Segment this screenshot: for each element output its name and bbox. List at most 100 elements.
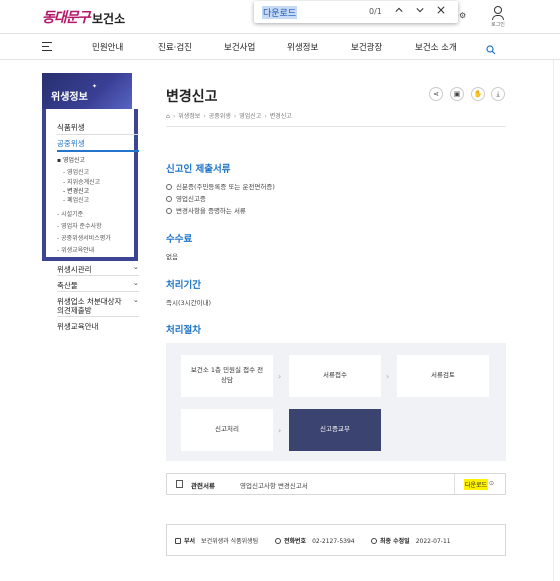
sidebar-subsub-3-label: 변경신고 — [67, 188, 90, 195]
sidebar-item-livestock[interactable]: 축산물 — [57, 280, 78, 291]
doc-item: 신분증(주민등록증 또는 운전면허증) — [166, 181, 275, 191]
gnb-item-civil[interactable]: 민원안내 — [92, 41, 123, 53]
sidebar-item-public[interactable]: 공중위생 — [57, 138, 85, 149]
chevron-down-icon[interactable]: ⌄ — [133, 296, 139, 304]
sidebar-sub-report-label: 영업신고 — [62, 157, 86, 164]
home-icon[interactable]: ⌂ — [166, 113, 170, 120]
search-icon[interactable] — [486, 40, 496, 55]
page-info: 부서 보건위생과 식품위생팀 전화번호 02-2127-5394 최종 수정일 202… — [166, 524, 506, 556]
info-updated-label: 최종 수정일 — [380, 538, 410, 545]
breadcrumb-item[interactable]: 위생정보 — [178, 113, 200, 120]
section-heading-fee: 수수료 — [166, 234, 193, 245]
info-dept-value: 보건위생과 식품위생팀 — [201, 538, 259, 545]
sidebar-item-education[interactable]: 위생교육안내 — [57, 321, 98, 332]
doc-item: 영업신고증 — [166, 193, 206, 203]
main-navigation: 민원안내 진료·검진 보건사업 위생정보 보건광장 보건소 소개 — [0, 34, 560, 60]
sidebar-subsub-2[interactable]: - 지위승계신고 — [63, 177, 100, 186]
related-file-name: 영업신고사항 변경신고서 — [240, 482, 308, 490]
folder-icon — [175, 538, 181, 544]
info-phone-value: 02-2127-5394 — [312, 538, 355, 545]
gnb-item-clinic[interactable]: 진료·검진 — [158, 41, 192, 53]
chevron-down-icon[interactable]: ⌄ — [133, 279, 139, 287]
document-icon — [176, 480, 183, 488]
sidebar-subsub-1-label: 영업신고 — [67, 169, 90, 176]
chevron-up-small-icon[interactable]: ⌃ — [133, 153, 138, 160]
process-step-5: 신고증교부 — [289, 409, 381, 451]
gnb-item-plaza[interactable]: 보건광장 — [351, 41, 382, 53]
sidebar-sub-edu-label: 위생교육안내 — [61, 247, 95, 254]
info-phone-label: 전화번호 — [284, 538, 307, 545]
sidebar-sub-facility-label: 시설기준 — [61, 211, 84, 218]
divider — [57, 275, 139, 276]
chevron-down-icon[interactable]: ⌄ — [133, 122, 139, 130]
print-icon[interactable]: ▣ — [450, 87, 464, 101]
login-label: 로그인 — [491, 22, 505, 28]
download-button[interactable]: 다운로드 — [464, 479, 489, 490]
sidebar-header: 위생정보 ✦ — [42, 73, 132, 109]
chevron-up-icon[interactable]: ⌃ — [133, 136, 139, 144]
user-icon — [494, 6, 502, 14]
breadcrumb-item[interactable]: 공중위생 — [209, 113, 231, 120]
chevron-right-icon: › — [278, 372, 282, 381]
hand-icon[interactable]: ✋ — [471, 87, 485, 101]
sidebar-sub-rules[interactable]: - 영업자 준수사항 — [57, 221, 102, 230]
sidebar-sub-rules-label: 영업자 준수사항 — [61, 223, 102, 230]
sidebar-item-market[interactable]: 위생시관리 — [57, 264, 92, 275]
info-dept-label: 부서 — [184, 538, 196, 545]
doc-item: 변경사항을 증명하는 서류 — [166, 205, 246, 215]
period-text: 즉시(3시간이내) — [166, 299, 212, 307]
chevron-right-icon: › — [278, 426, 282, 435]
phone-icon — [275, 538, 281, 544]
find-prev-icon[interactable] — [392, 4, 406, 20]
section-heading-docs: 신고인 제출서류 — [166, 164, 231, 175]
sidebar-subsub-1[interactable]: - 영업신고 — [63, 167, 89, 176]
process-step-1: 보건소 1층 민원실 접수 전 상담 — [181, 355, 273, 397]
section-heading-period: 처리기간 — [166, 280, 201, 291]
page-scrollbar[interactable] — [553, 60, 554, 581]
process-step-4: 신고처리 — [181, 409, 273, 451]
find-close-icon[interactable] — [434, 4, 448, 20]
gnb-item-about[interactable]: 보건소 소개 — [415, 41, 457, 53]
gnb-item-hygiene[interactable]: 위생정보 — [287, 41, 318, 53]
sidebar-sub-eval[interactable]: - 공중위생서비스평가 — [57, 233, 111, 242]
login-button[interactable]: 로그인 — [488, 4, 508, 28]
sidebar-item-opinion-line2[interactable]: 의견제출방 — [57, 305, 92, 316]
fee-text: 없음 — [166, 253, 178, 261]
top-header: 동대문구 보건소 다운로드 0/1 ⚙ 로그인 — [0, 0, 560, 34]
section-heading-process: 처리절차 — [166, 325, 201, 336]
sidebar-subsub-2-label: 지위승계신고 — [67, 179, 101, 186]
share-icon[interactable]: ⋖ — [429, 87, 443, 101]
sidebar-subsub-3[interactable]: - 변경신고 — [63, 186, 89, 195]
find-next-icon[interactable] — [413, 4, 427, 20]
find-input[interactable]: 다운로드 — [262, 6, 298, 19]
download-circle-icon[interactable]: ⊙ — [489, 480, 494, 487]
sidebar-subsub-4-label: 폐업신고 — [67, 197, 90, 204]
info-updated: 최종 수정일 2022-07-11 — [371, 536, 451, 545]
site-name[interactable]: 보건소 — [92, 10, 125, 27]
sidebar-sub-report[interactable]: ▪ 영업신고 — [57, 155, 85, 164]
divider — [454, 474, 455, 494]
info-updated-value: 2022-07-11 — [415, 538, 451, 545]
sidebar-title: 위생정보 — [51, 92, 88, 103]
sidebar-sub-facility[interactable]: - 시설기준 — [57, 209, 83, 218]
sidebar-item-food[interactable]: 식품위생 — [57, 122, 85, 133]
menu-hamburger-icon[interactable] — [42, 42, 52, 54]
settings-gear-icon[interactable]: ⚙ — [459, 11, 466, 20]
page-title: 변경신고 — [166, 89, 218, 105]
chevron-right-icon: › — [386, 372, 390, 381]
site-logo[interactable]: 동대문구 — [42, 7, 91, 27]
related-documents: 관련서류 영업신고사항 변경신고서 다운로드 ⊙ — [166, 473, 506, 495]
breadcrumb-item[interactable]: 영업신고 — [239, 113, 261, 120]
sparkle-icon: ✦ — [92, 83, 98, 90]
gnb-item-health[interactable]: 보건사업 — [224, 41, 255, 53]
breadcrumb: ⌂ › 위생정보 › 공중위생 › 영업신고 › 변경신고 — [166, 113, 292, 120]
download-icon[interactable]: ⤓ — [491, 87, 505, 101]
sidebar-subsub-4[interactable]: - 폐업신고 — [63, 195, 89, 204]
find-count: 0/1 — [369, 7, 382, 16]
divider — [57, 291, 139, 292]
chevron-down-icon[interactable]: ⌄ — [133, 263, 139, 271]
info-phone: 전화번호 02-2127-5394 — [275, 536, 355, 545]
sidebar-sub-edu[interactable]: - 위생교육안내 — [57, 245, 94, 254]
sidebar-sub-eval-label: 공중위생서비스평가 — [61, 235, 111, 242]
find-bar: 다운로드 0/1 — [254, 1, 458, 23]
